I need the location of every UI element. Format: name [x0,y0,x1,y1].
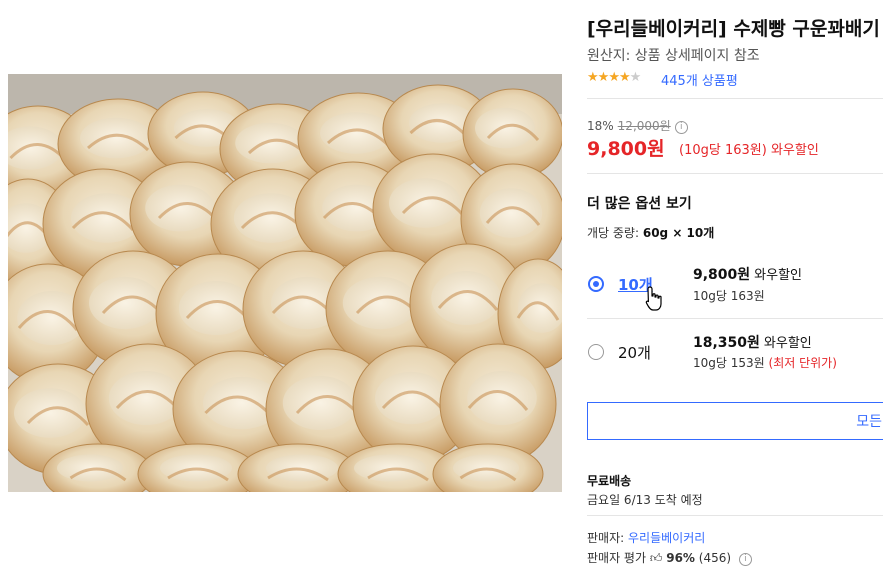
option-radio-20[interactable] [588,344,604,360]
crumb-topping [108,371,184,425]
info-icon[interactable]: i [674,121,688,134]
option-unit-price: 10g당 163원 [693,289,765,303]
divider [587,318,883,319]
seller-link[interactable]: 우리들베이커리 [628,531,705,545]
crumb-topping [80,117,152,159]
view-all-options-button[interactable]: 모든 [587,402,883,440]
divider [587,173,883,174]
review-count-link[interactable]: 445개 상품평 [661,70,738,89]
option-wow-label: 와우할인 [763,336,812,351]
option-unit-price: 10g당 153원 [693,356,765,370]
crumb-topping [431,271,501,325]
star-icon: ★ [597,70,610,85]
delivery-date: 금요일 6/13 도착 예정 [587,493,703,507]
seller-rating-label: 판매자 평가 [587,551,647,565]
discount-rate: 18% [587,119,614,133]
unit-price: (10g당 163원) [679,143,767,158]
crumb-topping [375,371,447,425]
product-image [8,74,562,492]
option-unit-row-20: 10g당 153원 (최저 단위가) [693,354,837,371]
free-shipping-label: 무료배송 [587,474,632,488]
more-options-heading: 더 많은 옵션 보기 [587,196,692,212]
info-icon[interactable]: i [738,553,752,566]
option-wow-label: 와우할인 [754,268,803,283]
seller-rating-percent: 96% [666,551,695,565]
crumb-topping [235,122,305,164]
weight-value: 60g × 10개 [642,226,715,240]
seller-row: 판매자: 우리들베이커리 [587,529,705,546]
wow-discount-label: 와우할인 [770,143,819,158]
product-title: [우리들베이커리] 수제빵 구운꽈배기 [587,18,880,40]
option-price-row-10: 9,800원 와우할인 [693,264,802,284]
sale-price: 9,800원 [587,138,665,160]
seller-label: 판매자: [587,531,625,545]
option-radio-10[interactable] [588,276,604,292]
crumb-topping [57,454,123,482]
weight-label: 개당 중량: [587,226,640,240]
discount-row: 18% 12,000원 i [587,117,688,134]
product-info-panel: [우리들베이커리] 수제빵 구운꽈배기 원산지: 상품 상세페이지 참조 ★★★… [587,0,883,573]
divider [587,98,883,99]
star-icon: ★ [587,70,599,85]
divider [587,515,883,516]
rating-stars: ★★★★★ [587,70,642,85]
original-price: 12,000원 [617,119,671,133]
unit-weight: 개당 중량: 60g × 10개 [587,224,714,241]
option-price-row-20: 18,350원 와우할인 [693,332,812,352]
option-price: 9,800원 [693,267,751,283]
crumb-topping [479,188,543,238]
lowest-unit-price-note: (최저 단위가) [768,356,837,370]
seller-rating-count: (456) [698,551,732,565]
seller-rating-row: 판매자 평가 👍︎ 96% (456) i [587,549,752,566]
crumb-topping [320,112,392,154]
star-icon: ★ [608,70,620,85]
star-empty-icon: ★ [629,70,642,85]
crumb-topping [178,281,254,335]
thumbs-up-icon: 👍︎ [649,551,663,565]
option-label-20[interactable]: 20개 [618,342,651,363]
origin-text: 원산지: 상품 상세페이지 참조 [587,48,760,64]
star-icon: ★ [618,70,631,85]
hand-cursor-icon [645,286,662,311]
option-price: 18,350원 [693,335,760,351]
unit-price-row: (10g당 163원) 와우할인 [679,139,819,158]
